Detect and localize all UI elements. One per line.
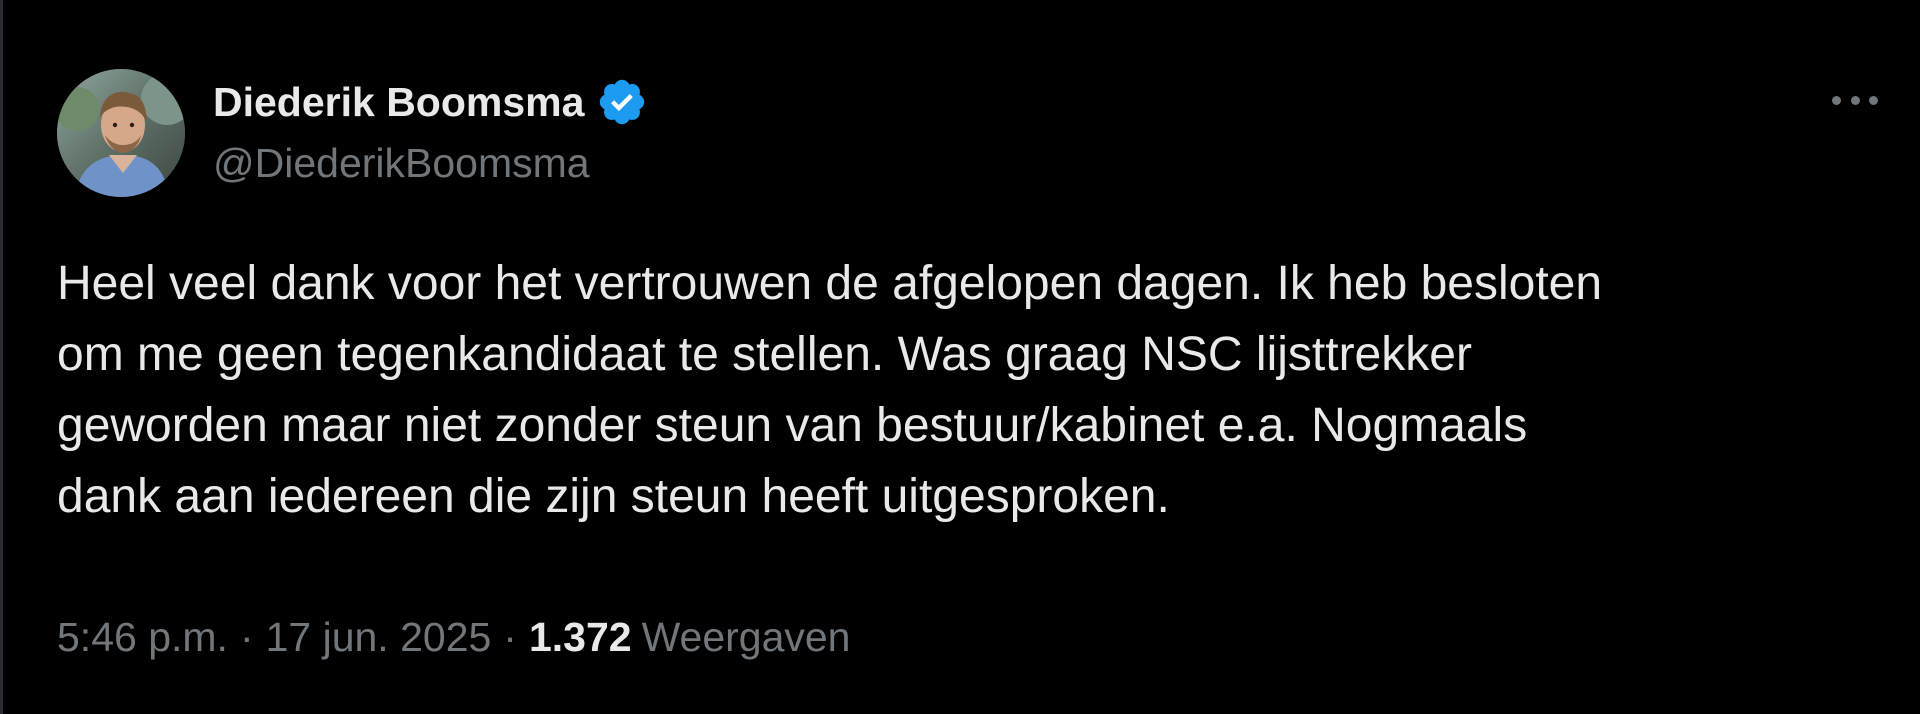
more-horizontal-icon: [1850, 95, 1860, 105]
tweet-text: Heel veel dank voor het vertrouwen de af…: [57, 248, 1887, 532]
tweet-text-line: dank aan iedereen die zijn steun heeft u…: [57, 470, 1170, 523]
tweet-card: Diederik Boomsma @DiederikBoomsma Heel v…: [0, 0, 1920, 714]
tweet-date[interactable]: 17 jun. 2025: [266, 614, 492, 661]
verified-badge-icon[interactable]: [596, 76, 648, 128]
tweet-time[interactable]: 5:46 p.m.: [57, 614, 228, 661]
avatar[interactable]: [57, 69, 185, 197]
author-name[interactable]: Diederik Boomsma: [213, 79, 584, 126]
tweet-text-line: om me geen tegenkandidaat te stellen. Wa…: [57, 328, 1472, 381]
meta-separator: ·: [503, 614, 517, 660]
more-options-button[interactable]: [1826, 86, 1884, 114]
author-handle[interactable]: @DiederikBoomsma: [213, 140, 590, 187]
meta-separator: ·: [239, 614, 254, 660]
tweet-text-line: Heel veel dank voor het vertrouwen de af…: [57, 257, 1603, 310]
views-label[interactable]: Weergaven: [642, 614, 851, 661]
tweet-text-line: geworden maar niet zonder steun van best…: [57, 399, 1528, 452]
avatar-photo-icon: [57, 69, 185, 197]
tweet-meta: 5:46 p.m. · 17 jun. 2025 · 1.372 Weergav…: [57, 614, 851, 661]
more-horizontal-icon: [1869, 95, 1878, 105]
author-name-row: Diederik Boomsma: [213, 74, 648, 130]
views-count[interactable]: 1.372: [529, 614, 632, 661]
more-horizontal-icon: [1832, 95, 1841, 105]
